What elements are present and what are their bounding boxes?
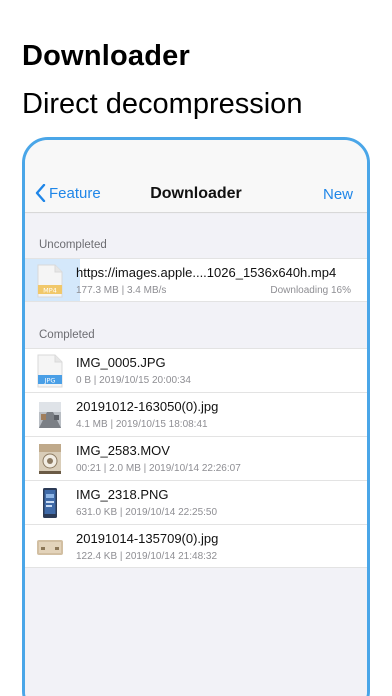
list-item[interactable]: MP4 https://images.apple....1026_1536x64…: [25, 258, 367, 302]
download-list: Uncompleted MP4 https://images.apple....…: [25, 214, 367, 696]
file-meta: 0 B | 2019/10/15 20:00:34: [76, 375, 191, 386]
file-meta: 631.0 KB | 2019/10/14 22:25:50: [76, 507, 218, 518]
device-frame: Feature Downloader New Uncompleted MP4 h…: [22, 137, 370, 696]
chevron-left-icon: [35, 184, 46, 202]
photo-thumbnail-box-icon: [37, 530, 63, 564]
list-item[interactable]: 20191012-163050(0).jpg 4.1 MB | 2019/10/…: [25, 392, 367, 436]
download-name: https://images.apple....1026_1536x640h.m…: [76, 265, 337, 280]
promo-subtitle: Direct decompression: [22, 88, 303, 120]
file-meta: 122.4 KB | 2019/10/14 21:48:32: [76, 551, 218, 562]
section-header-uncompleted: Uncompleted: [39, 239, 107, 251]
mp4-file-icon: MP4: [37, 264, 63, 298]
download-status: Downloading 16%: [270, 285, 351, 296]
file-name: IMG_0005.JPG: [76, 355, 166, 370]
list-item[interactable]: JPG IMG_0005.JPG 0 B | 2019/10/15 20:00:…: [25, 348, 367, 392]
navigation-bar: Feature Downloader New: [25, 140, 367, 213]
file-name: IMG_2318.PNG: [76, 487, 169, 502]
jpg-file-icon: JPG: [37, 354, 63, 388]
file-meta: 4.1 MB | 2019/10/15 18:08:41: [76, 419, 208, 430]
file-name: IMG_2583.MOV: [76, 443, 170, 458]
section-header-completed: Completed: [39, 329, 95, 341]
new-button[interactable]: New: [323, 186, 353, 203]
back-button[interactable]: Feature: [35, 184, 101, 202]
list-item[interactable]: 20191014-135709(0).jpg 122.4 KB | 2019/1…: [25, 524, 367, 568]
download-meta: 177.3 MB | 3.4 MB/s: [76, 285, 167, 296]
file-name: 20191014-135709(0).jpg: [76, 531, 219, 546]
jpg-badge-label: JPG: [44, 377, 56, 385]
phone-screenshot-thumbnail-icon: [37, 486, 63, 520]
file-name: 20191012-163050(0).jpg: [76, 399, 219, 414]
back-button-label: Feature: [49, 184, 101, 202]
list-item[interactable]: IMG_2318.PNG 631.0 KB | 2019/10/14 22:25…: [25, 480, 367, 524]
video-thumbnail-icon: [37, 442, 63, 476]
photo-thumbnail-road-icon: [37, 398, 63, 432]
promo-title: Downloader: [22, 40, 190, 72]
list-item[interactable]: IMG_2583.MOV 00:21 | 2.0 MB | 2019/10/14…: [25, 436, 367, 480]
mp4-badge-label: MP4: [43, 287, 57, 295]
file-meta: 00:21 | 2.0 MB | 2019/10/14 22:26:07: [76, 463, 241, 474]
